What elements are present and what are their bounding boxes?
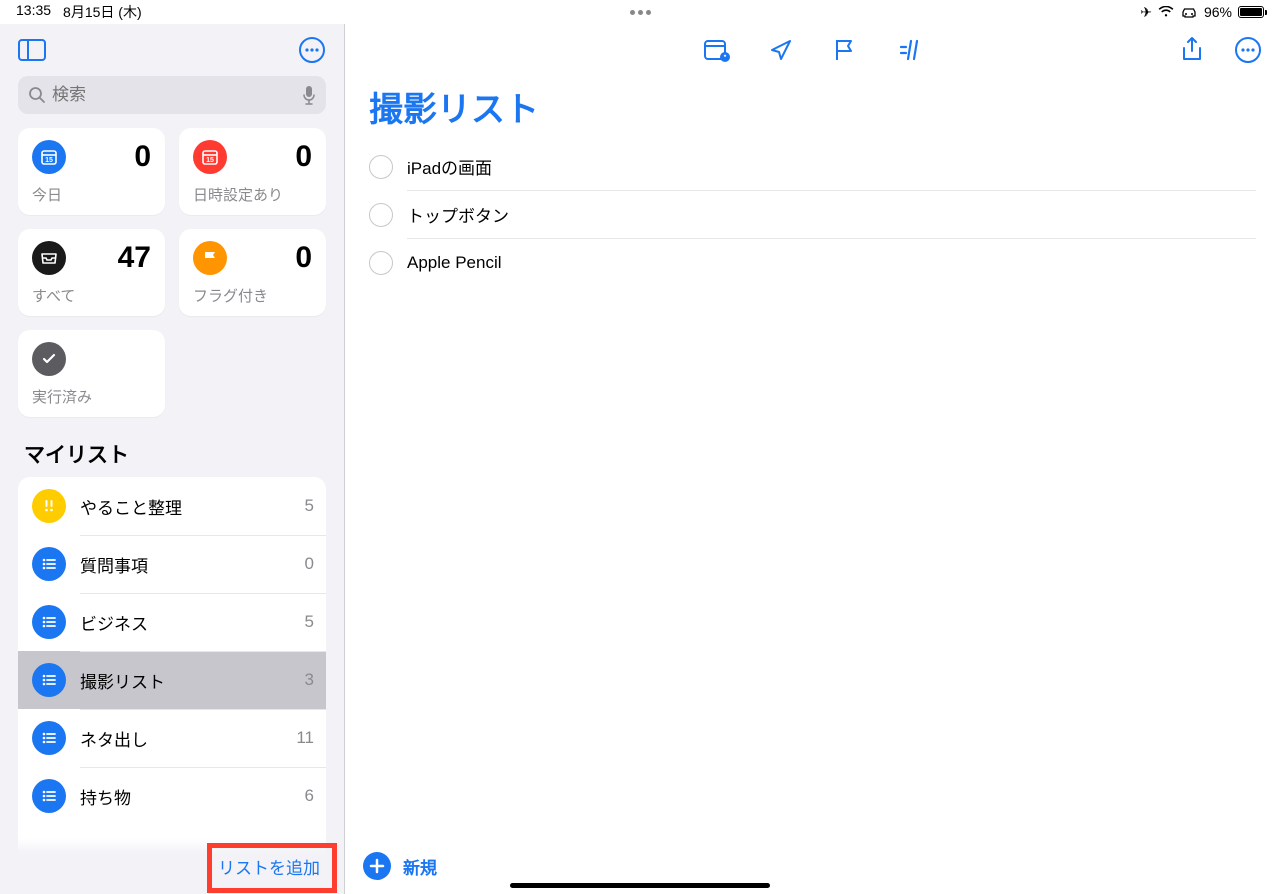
list-icon [32, 547, 66, 581]
calendar-icon: 15 [193, 140, 227, 174]
calendar-badge-icon[interactable] [703, 36, 731, 64]
status-time: 13:35 [16, 2, 51, 22]
reminder-text: iPadの画面 [407, 154, 492, 179]
more-icon[interactable] [298, 36, 326, 64]
smart-label: 実行済み [32, 386, 151, 407]
list-name: 撮影リスト [80, 668, 291, 693]
flag-icon [193, 241, 227, 275]
list-name: ビジネス [80, 610, 291, 635]
smart-card-4[interactable]: 実行済み [18, 330, 165, 417]
sidebar: 15 0 今日 15 0 日時設定あり 47 すべて 0 フラグ付き 実行済み … [0, 24, 344, 894]
location-icon[interactable] [767, 36, 795, 64]
main-content: 撮影リスト iPadの画面 トップボタン Apple Pencil 新規 [344, 24, 1280, 894]
smart-card-2[interactable]: 47 すべて [18, 229, 165, 316]
multitask-dots[interactable] [142, 10, 1141, 15]
smart-card-3[interactable]: 0 フラグ付き [179, 229, 326, 316]
list-icon [32, 663, 66, 697]
list-count: 3 [305, 670, 314, 690]
list-name: やること整理 [80, 494, 291, 519]
list-count: 5 [305, 612, 314, 632]
list-count: 5 [305, 496, 314, 516]
list-title: 撮影リスト [345, 76, 1280, 143]
smart-count: 0 [134, 140, 151, 174]
reminder-text: トップボタン [407, 202, 509, 227]
mic-icon[interactable] [302, 85, 316, 105]
reminder-row[interactable]: iPadの画面 [407, 143, 1256, 191]
list-name: 質問事項 [80, 552, 291, 577]
search-icon [28, 86, 46, 104]
list-count: 6 [305, 786, 314, 806]
battery-percent: 96% [1204, 4, 1232, 20]
list-row[interactable]: ネタ出し 11 [18, 709, 326, 767]
checkbox-circle[interactable] [369, 251, 393, 275]
list-row[interactable]: ビジネス 5 [18, 593, 326, 651]
smart-label: 日時設定あり [193, 184, 312, 205]
list-name: ネタ出し [80, 726, 282, 751]
list-name: 持ち物 [80, 784, 291, 809]
list-count: 11 [296, 728, 314, 748]
list-row[interactable]: 撮影リスト 3 [18, 651, 326, 709]
smart-card-1[interactable]: 15 0 日時設定あり [179, 128, 326, 215]
list-icon [32, 721, 66, 755]
list-row[interactable]: やること整理 5 [18, 477, 326, 535]
sidebar-toggle-icon[interactable] [18, 36, 46, 64]
tag-icon[interactable] [895, 36, 923, 64]
list-icon [32, 779, 66, 813]
carplay-icon [1180, 6, 1198, 18]
smart-count: 0 [295, 241, 312, 275]
checkbox-circle[interactable] [369, 203, 393, 227]
reminder-text: Apple Pencil [407, 253, 502, 273]
airplane-icon: ✈ [1140, 4, 1152, 21]
smart-label: フラグ付き [193, 285, 312, 306]
share-icon[interactable] [1178, 36, 1206, 64]
reminder-row[interactable]: トップボタン [407, 191, 1256, 239]
add-list-button[interactable]: リストを追加 [208, 846, 330, 887]
status-icons: ✈ 96% [1140, 4, 1264, 21]
reminder-row[interactable]: Apple Pencil [407, 239, 1256, 287]
svg-text:15: 15 [206, 157, 214, 164]
flag-icon[interactable] [831, 36, 859, 64]
list-row[interactable]: 持ち物 6 [18, 767, 326, 825]
check-icon [32, 342, 66, 376]
list-row[interactable]: 質問事項 0 [18, 535, 326, 593]
status-bar: 13:35 8月15日 (木) ✈ 96% [0, 0, 1280, 24]
svg-text:15: 15 [45, 157, 53, 164]
list-icon [32, 605, 66, 639]
smart-count: 47 [118, 241, 151, 275]
new-reminder-button[interactable] [363, 852, 391, 880]
status-date: 8月15日 (木) [63, 2, 142, 22]
smart-count: 0 [295, 140, 312, 174]
home-indicator[interactable] [510, 883, 770, 888]
inbox-icon [32, 241, 66, 275]
exclaim-icon [32, 489, 66, 523]
smart-card-0[interactable]: 15 0 今日 [18, 128, 165, 215]
calendar-icon: 15 [32, 140, 66, 174]
smart-label: すべて [32, 285, 151, 306]
new-reminder-label[interactable]: 新規 [403, 854, 437, 879]
checkbox-circle[interactable] [369, 155, 393, 179]
more-icon[interactable] [1234, 36, 1262, 64]
battery-icon [1238, 6, 1264, 18]
wifi-icon [1158, 6, 1174, 18]
list-count: 0 [305, 554, 314, 574]
search-input[interactable] [18, 76, 326, 114]
section-my-lists: マイリスト [0, 427, 344, 477]
smart-label: 今日 [32, 184, 151, 205]
